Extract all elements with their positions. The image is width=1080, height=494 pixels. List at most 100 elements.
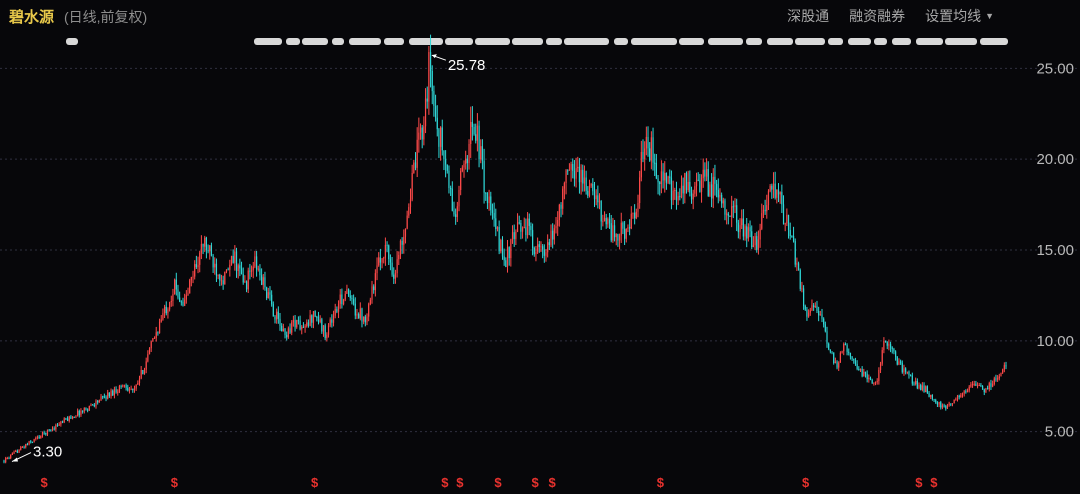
candle[interactable] bbox=[287, 326, 289, 339]
candle[interactable] bbox=[103, 393, 105, 399]
candle[interactable] bbox=[378, 252, 380, 267]
candle[interactable] bbox=[45, 432, 47, 436]
candle[interactable] bbox=[227, 267, 229, 271]
candle[interactable] bbox=[797, 261, 800, 271]
candle[interactable] bbox=[689, 170, 691, 197]
candle[interactable] bbox=[135, 384, 137, 391]
candle[interactable] bbox=[254, 250, 256, 269]
candle[interactable] bbox=[82, 410, 84, 414]
candle[interactable] bbox=[667, 175, 669, 185]
candle[interactable] bbox=[716, 179, 718, 198]
candle[interactable] bbox=[645, 126, 647, 156]
candle[interactable] bbox=[394, 269, 397, 284]
candle[interactable] bbox=[915, 377, 917, 386]
candle[interactable] bbox=[71, 415, 74, 420]
candle[interactable] bbox=[603, 211, 606, 222]
candle[interactable] bbox=[445, 150, 447, 178]
candle[interactable] bbox=[153, 336, 156, 339]
candle[interactable] bbox=[155, 326, 157, 342]
candle[interactable] bbox=[481, 139, 484, 170]
candle[interactable] bbox=[634, 204, 636, 225]
candle[interactable] bbox=[737, 219, 739, 239]
candle[interactable] bbox=[629, 219, 631, 236]
candle[interactable] bbox=[921, 382, 923, 392]
candle[interactable] bbox=[374, 269, 376, 297]
candle[interactable] bbox=[93, 403, 95, 408]
candle[interactable] bbox=[532, 223, 534, 256]
candle[interactable] bbox=[781, 184, 783, 214]
candle[interactable] bbox=[269, 286, 271, 301]
candle[interactable] bbox=[341, 288, 343, 309]
candle[interactable] bbox=[406, 210, 408, 230]
candle[interactable] bbox=[515, 229, 517, 246]
candle[interactable] bbox=[620, 212, 622, 243]
candle[interactable] bbox=[682, 177, 684, 205]
candle[interactable] bbox=[838, 361, 840, 371]
candle[interactable] bbox=[816, 300, 818, 314]
candle[interactable] bbox=[863, 368, 865, 377]
candle[interactable] bbox=[95, 399, 97, 409]
candle[interactable] bbox=[533, 246, 535, 257]
candle[interactable] bbox=[772, 172, 775, 199]
candle[interactable] bbox=[222, 275, 224, 290]
candle[interactable] bbox=[63, 417, 65, 424]
candle[interactable] bbox=[112, 389, 114, 397]
candle[interactable] bbox=[849, 352, 852, 360]
candle[interactable] bbox=[630, 206, 632, 230]
candle[interactable] bbox=[244, 275, 246, 283]
candle[interactable] bbox=[453, 201, 455, 217]
candle[interactable] bbox=[990, 379, 992, 390]
candle[interactable] bbox=[588, 179, 591, 198]
candle[interactable] bbox=[237, 263, 239, 279]
candle[interactable] bbox=[396, 251, 398, 278]
candle[interactable] bbox=[470, 106, 472, 158]
candle[interactable] bbox=[700, 174, 703, 203]
candle[interactable] bbox=[414, 152, 417, 171]
candle[interactable] bbox=[998, 373, 1000, 381]
candle[interactable] bbox=[41, 431, 44, 438]
candle[interactable] bbox=[613, 219, 616, 242]
candle[interactable] bbox=[319, 315, 321, 324]
candle[interactable] bbox=[943, 403, 945, 408]
candle[interactable] bbox=[483, 148, 485, 204]
candle[interactable] bbox=[802, 285, 805, 310]
candle[interactable] bbox=[883, 337, 885, 354]
candle[interactable] bbox=[685, 171, 688, 194]
candle[interactable] bbox=[418, 117, 420, 153]
candle[interactable] bbox=[727, 211, 729, 225]
candle[interactable] bbox=[436, 105, 438, 137]
candle[interactable] bbox=[858, 366, 860, 371]
candle[interactable] bbox=[828, 342, 830, 351]
candle[interactable] bbox=[90, 403, 92, 407]
candle[interactable] bbox=[986, 385, 989, 390]
candle[interactable] bbox=[309, 309, 311, 327]
candle[interactable] bbox=[965, 389, 967, 394]
candle[interactable] bbox=[602, 214, 604, 227]
candle[interactable] bbox=[486, 192, 489, 210]
candle[interactable] bbox=[232, 249, 234, 264]
candle[interactable] bbox=[10, 454, 12, 460]
candle[interactable] bbox=[401, 237, 403, 254]
candle[interactable] bbox=[710, 173, 713, 208]
candle[interactable] bbox=[714, 164, 716, 196]
candle[interactable] bbox=[639, 170, 641, 209]
candle[interactable] bbox=[960, 392, 962, 398]
candle[interactable] bbox=[677, 191, 679, 206]
candle[interactable] bbox=[946, 403, 949, 410]
candle[interactable] bbox=[446, 164, 448, 174]
candle[interactable] bbox=[426, 86, 428, 109]
candle[interactable] bbox=[660, 160, 663, 194]
candle[interactable] bbox=[903, 364, 905, 376]
candle[interactable] bbox=[428, 46, 430, 115]
candle[interactable] bbox=[267, 287, 269, 299]
candle[interactable] bbox=[182, 297, 184, 307]
candle[interactable] bbox=[910, 374, 912, 377]
candle[interactable] bbox=[322, 325, 325, 337]
candle[interactable] bbox=[665, 172, 668, 190]
candle[interactable] bbox=[804, 304, 806, 311]
candle[interactable] bbox=[450, 185, 452, 196]
candle[interactable] bbox=[421, 124, 423, 149]
candle[interactable] bbox=[664, 161, 666, 193]
candle[interactable] bbox=[731, 195, 733, 228]
margin-marker[interactable]: $ bbox=[494, 475, 502, 490]
